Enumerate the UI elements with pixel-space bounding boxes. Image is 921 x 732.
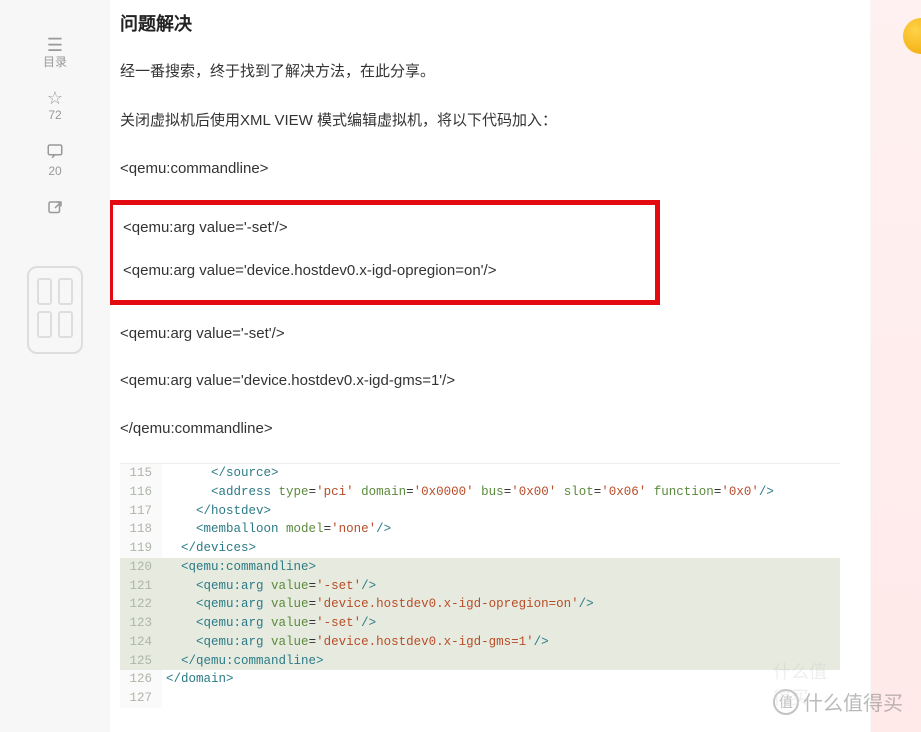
code-editor-line: 116 <address type='pci' domain='0x0000' … [120,483,840,502]
code-editor-line: 115 </source> [120,464,840,483]
code-editor-line: 118 <memballoon model='none'/> [120,520,840,539]
code-content: </devices> [162,539,840,558]
code-editor-line: 124 <qemu:arg value='device.hostdev0.x-i… [120,633,840,652]
line-number: 115 [120,464,162,483]
code-content [162,689,840,708]
line-number: 126 [120,670,162,689]
section-heading: 问题解决 [120,10,840,36]
code-editor-line: 122 <qemu:arg value='device.hostdev0.x-i… [120,595,840,614]
favorite-count: 72 [32,109,78,122]
code-content: <qemu:arg value='device.hostdev0.x-igd-g… [162,633,840,652]
red-highlight-box: <qemu:arg value='-set'/> <qemu:arg value… [110,200,660,305]
favorite-button[interactable]: ☆ 72 [32,83,78,130]
code-content: <qemu:arg value='-set'/> [162,577,840,596]
share-icon [32,199,78,220]
line-number: 119 [120,539,162,558]
line-number: 122 [120,595,162,614]
code-content: </source> [162,464,840,483]
code-snippet-line: <qemu:arg value='device.hostdev0.x-igd-o… [123,258,645,284]
list-icon: ☰ [32,36,78,54]
comment-button[interactable]: 20 [32,136,78,186]
article-main: 问题解决 经一番搜索，终于找到了解决方法，在此分享。 关闭虚拟机后使用XML V… [110,0,870,732]
comment-icon [32,142,78,163]
line-number: 118 [120,520,162,539]
code-editor-screenshot: 115 </source>116 <address type='pci' dom… [120,463,840,708]
code-content: <address type='pci' domain='0x0000' bus=… [162,483,840,502]
code-editor-line: 126</domain> [120,670,840,689]
code-content: <memballoon model='none'/> [162,520,840,539]
code-content: <qemu:commandline> [162,558,840,577]
code-content: </domain> [162,670,840,689]
code-content: </hostdev> [162,502,840,521]
comment-count: 20 [32,165,78,178]
code-editor-line: 127 [120,689,840,708]
code-editor-line: 120 <qemu:commandline> [120,558,840,577]
paragraph: 关闭虚拟机后使用XML VIEW 模式编辑虚拟机，将以下代码加入： [120,107,840,134]
paragraph: 经一番搜索，终于找到了解决方法，在此分享。 [120,58,840,85]
code-snippet-line: <qemu:arg value='-set'/> [120,321,840,347]
code-editor-line: 121 <qemu:arg value='-set'/> [120,577,840,596]
code-content: </qemu:commandline> [162,652,840,671]
line-number: 125 [120,652,162,671]
code-snippet-line: <qemu:arg value='device.hostdev0.x-igd-g… [120,368,840,394]
code-editor-line: 125 </qemu:commandline> [120,652,840,671]
code-editor-line: 117 </hostdev> [120,502,840,521]
line-number: 127 [120,689,162,708]
toc-label: 目录 [32,56,78,69]
code-content: <qemu:arg value='-set'/> [162,614,840,633]
star-icon: ☆ [32,89,78,107]
line-number: 116 [120,483,162,502]
line-number: 120 [120,558,162,577]
line-number: 121 [120,577,162,596]
line-number: 123 [120,614,162,633]
left-rail: ☰ 目录 ☆ 72 20 [0,0,110,732]
qr-phone-icon[interactable] [27,266,83,354]
line-number: 117 [120,502,162,521]
code-content: <qemu:arg value='device.hostdev0.x-igd-o… [162,595,840,614]
code-editor-line: 123 <qemu:arg value='-set'/> [120,614,840,633]
code-editor-line: 119 </devices> [120,539,840,558]
toc-button[interactable]: ☰ 目录 [32,30,78,77]
code-snippet-line: <qemu:arg value='-set'/> [123,215,645,241]
right-promo-panel [871,0,921,732]
code-snippet-line: </qemu:commandline> [120,416,840,442]
share-button[interactable] [32,193,78,230]
line-number: 124 [120,633,162,652]
code-snippet-line: <qemu:commandline> [120,156,840,182]
